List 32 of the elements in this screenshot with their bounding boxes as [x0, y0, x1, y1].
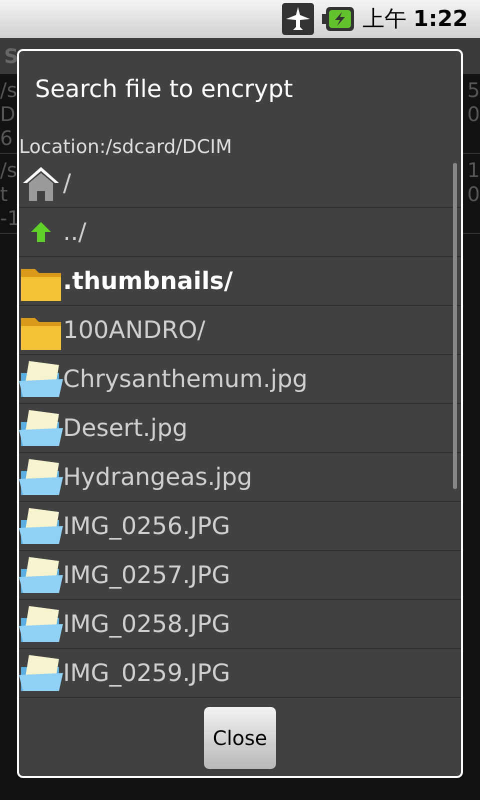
file-list-item[interactable]: IMG_0257.JPG: [19, 551, 461, 600]
file-name: Desert.jpg: [63, 413, 188, 444]
file-path-text: /s: [0, 158, 18, 182]
file-name: 100ANDRO/: [63, 315, 206, 346]
battery-icon: [322, 6, 354, 32]
date-text: 0: [467, 182, 480, 206]
close-button[interactable]: Close: [204, 707, 276, 769]
date-text: 5: [467, 78, 480, 102]
clock: 上午 1:22: [362, 6, 468, 34]
file-name: /: [63, 168, 72, 199]
file-path-text: t: [0, 182, 9, 206]
file-name: ../: [63, 217, 86, 248]
file-list-item[interactable]: IMG_0258.JPG: [19, 600, 461, 649]
file-name: IMG_0259.JPG: [63, 658, 230, 689]
file-name: Chrysanthemum.jpg: [63, 364, 308, 395]
dialog-title: Search file to encrypt: [34, 74, 294, 105]
file-path-text: /s: [0, 78, 18, 102]
file-path-text: D: [0, 102, 16, 126]
file-list-item[interactable]: IMG_0259.JPG: [19, 649, 461, 698]
file-path-text: -1: [0, 206, 20, 230]
file-name: .thumbnails/: [63, 266, 233, 297]
file-name: Hydrangeas.jpg: [63, 462, 252, 493]
file-name: IMG_0256.JPG: [63, 511, 230, 542]
file-name: IMG_0257.JPG: [63, 560, 230, 591]
date-text: 0: [467, 102, 480, 126]
airplane-icon: [282, 3, 314, 35]
file-list-item[interactable]: Hydrangeas.jpg: [19, 453, 461, 502]
file-name: IMG_0258.JPG: [63, 609, 230, 640]
file-path-text: 6: [0, 126, 14, 150]
date-text: 1: [467, 158, 480, 182]
file-list-item[interactable]: IMG_0256.JPG: [19, 502, 461, 551]
location-text: Location:/sdcard/DCIM: [19, 135, 234, 159]
